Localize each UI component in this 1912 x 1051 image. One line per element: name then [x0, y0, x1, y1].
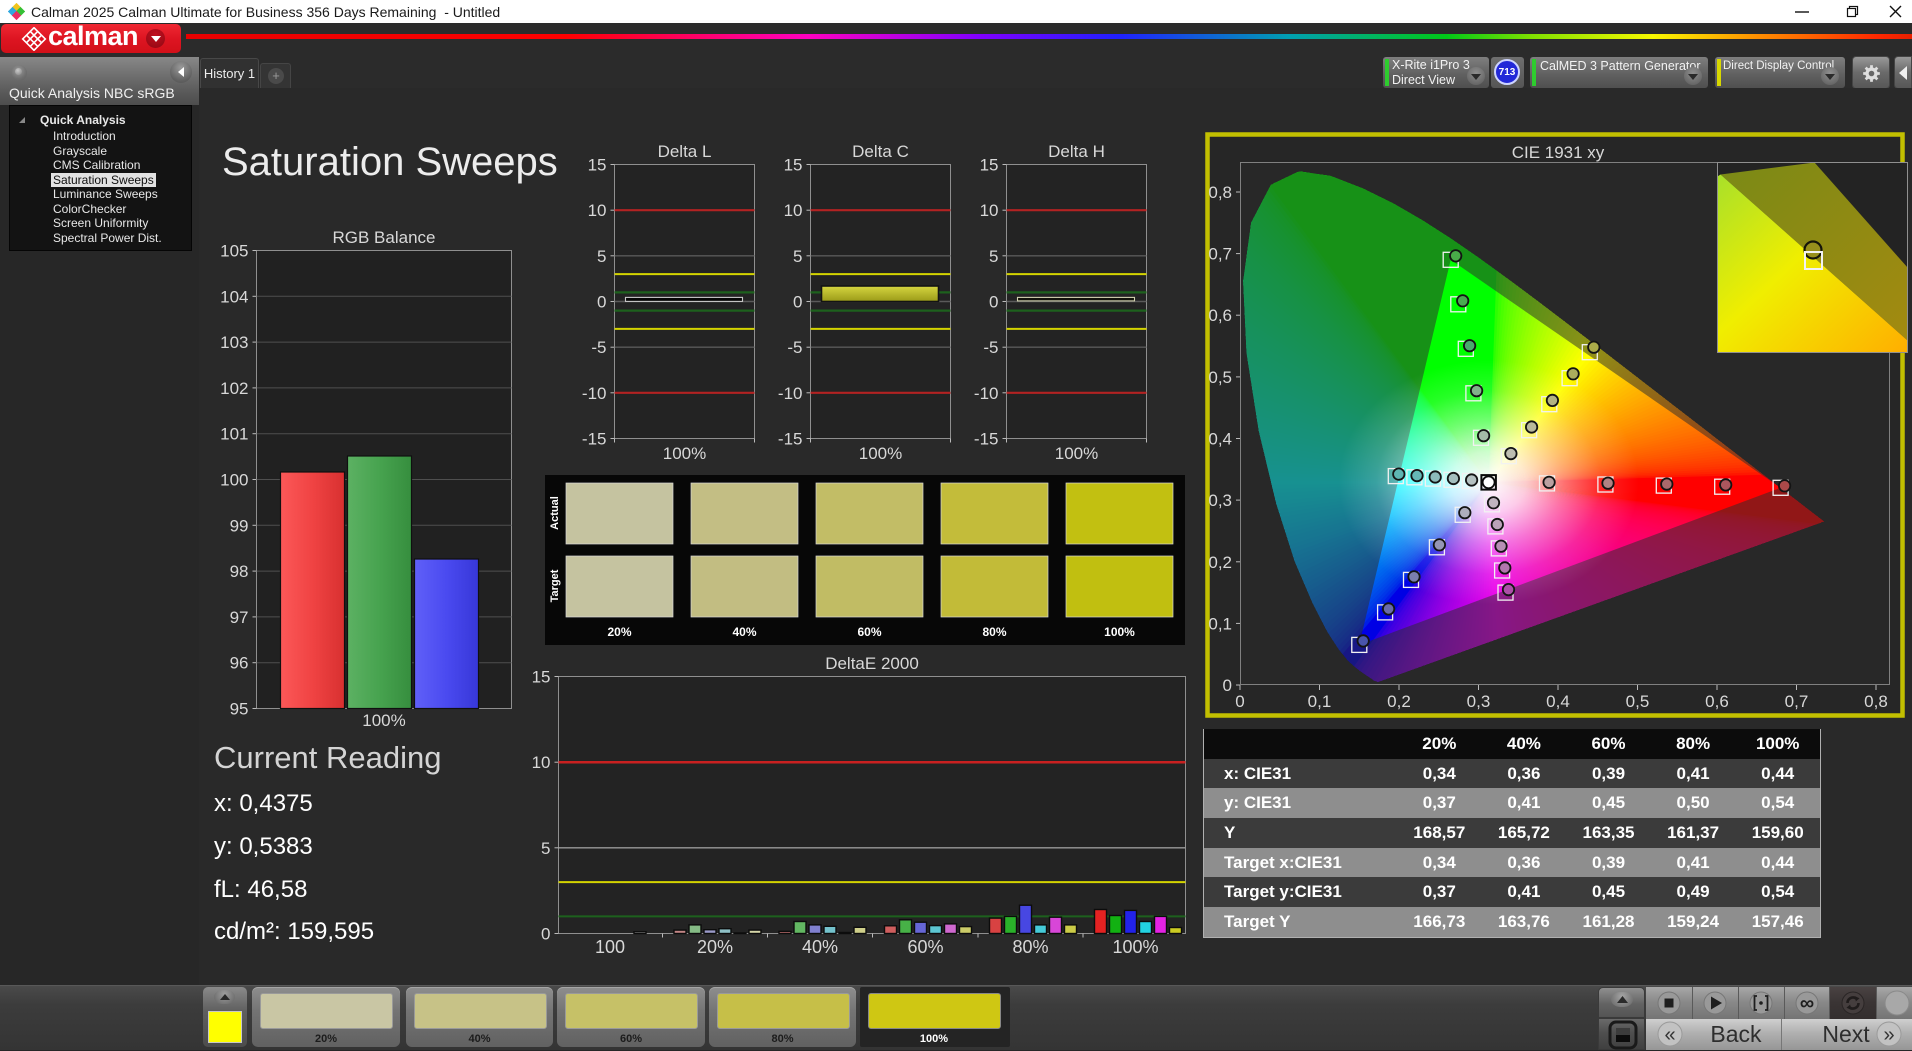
svg-text:RGB Balance: RGB Balance [333, 228, 436, 247]
svg-text:-10: -10 [778, 384, 803, 403]
svg-text:0,4: 0,4 [1546, 692, 1570, 711]
svg-text:CIE 1931 xy: CIE 1931 xy [1512, 143, 1605, 162]
svg-text:-5: -5 [983, 338, 998, 357]
svg-text:»: » [1883, 1024, 1894, 1046]
svg-text:-15: -15 [778, 430, 803, 449]
svg-text:100%: 100% [362, 711, 405, 730]
svg-text:104: 104 [220, 287, 248, 306]
svg-text:10: 10 [784, 201, 803, 220]
svg-text:Actual: Actual [549, 496, 561, 530]
svg-text:-5: -5 [591, 338, 606, 357]
svg-text:0,8: 0,8 [1864, 692, 1888, 711]
svg-text:40%: 40% [802, 937, 838, 957]
svg-text:0: 0 [989, 293, 998, 312]
svg-text:-15: -15 [974, 430, 999, 449]
svg-text:5: 5 [541, 839, 550, 858]
svg-text:0,1: 0,1 [1208, 614, 1232, 633]
svg-text:100%: 100% [1055, 444, 1098, 463]
svg-text:98: 98 [230, 562, 249, 581]
svg-text:Delta L: Delta L [658, 142, 712, 161]
svg-text:60%: 60% [907, 937, 943, 957]
svg-text:5: 5 [597, 247, 606, 266]
svg-text:80%: 80% [982, 625, 1006, 639]
svg-text:100: 100 [220, 471, 248, 490]
svg-text:15: 15 [588, 156, 607, 175]
svg-text:Delta H: Delta H [1048, 142, 1105, 161]
svg-text:103: 103 [220, 333, 248, 352]
svg-text:0: 0 [1223, 676, 1232, 695]
svg-text:DeltaE 2000: DeltaE 2000 [825, 654, 919, 673]
svg-text:60%: 60% [857, 625, 881, 639]
svg-text:0,7: 0,7 [1785, 692, 1809, 711]
svg-text:40%: 40% [732, 625, 756, 639]
svg-text:0,3: 0,3 [1467, 692, 1491, 711]
svg-text:0,6: 0,6 [1705, 692, 1729, 711]
svg-text:20%: 20% [607, 625, 631, 639]
svg-text:0: 0 [541, 925, 550, 944]
svg-text:10: 10 [980, 201, 999, 220]
svg-text:20%: 20% [697, 937, 733, 957]
svg-text:105: 105 [220, 242, 248, 261]
svg-text:-15: -15 [582, 430, 607, 449]
svg-text:-5: -5 [787, 338, 802, 357]
svg-text:99: 99 [230, 516, 249, 535]
svg-text:«: « [1664, 1024, 1675, 1046]
svg-text:Target: Target [549, 569, 561, 602]
svg-text:100%: 100% [859, 444, 902, 463]
svg-text:15: 15 [532, 668, 551, 687]
svg-text:0,7: 0,7 [1208, 245, 1232, 264]
svg-text:0,2: 0,2 [1387, 692, 1411, 711]
svg-text:15: 15 [784, 156, 803, 175]
svg-text:5: 5 [793, 247, 802, 266]
svg-text:-10: -10 [974, 384, 999, 403]
svg-text:Back: Back [1710, 1021, 1762, 1047]
svg-text:100: 100 [595, 937, 625, 957]
svg-text:10: 10 [532, 753, 551, 772]
svg-text:95: 95 [230, 700, 249, 719]
svg-text:0,4: 0,4 [1208, 430, 1232, 449]
svg-text:15: 15 [980, 156, 999, 175]
svg-text:102: 102 [220, 379, 248, 398]
svg-text:-10: -10 [582, 384, 607, 403]
svg-text:0: 0 [597, 293, 606, 312]
svg-text:0,2: 0,2 [1208, 553, 1232, 572]
svg-text:96: 96 [230, 654, 249, 673]
svg-text:80%: 80% [1012, 937, 1048, 957]
svg-text:0: 0 [793, 293, 802, 312]
svg-text:100%: 100% [663, 444, 706, 463]
svg-text:0,8: 0,8 [1208, 183, 1232, 202]
svg-text:97: 97 [230, 608, 249, 627]
svg-text:10: 10 [588, 201, 607, 220]
svg-text:0,5: 0,5 [1626, 692, 1650, 711]
svg-text:0,5: 0,5 [1208, 368, 1232, 387]
svg-text:100%: 100% [1112, 937, 1158, 957]
svg-text:0,6: 0,6 [1208, 306, 1232, 325]
svg-text:Delta C: Delta C [852, 142, 909, 161]
svg-text:Next: Next [1822, 1021, 1870, 1047]
svg-text:∞: ∞ [1800, 993, 1814, 1015]
svg-text:100%: 100% [1104, 625, 1135, 639]
svg-text:0: 0 [1235, 692, 1244, 711]
svg-text:101: 101 [220, 425, 248, 444]
svg-text:0,1: 0,1 [1308, 692, 1332, 711]
svg-text:5: 5 [989, 247, 998, 266]
svg-text:0,3: 0,3 [1208, 491, 1232, 510]
